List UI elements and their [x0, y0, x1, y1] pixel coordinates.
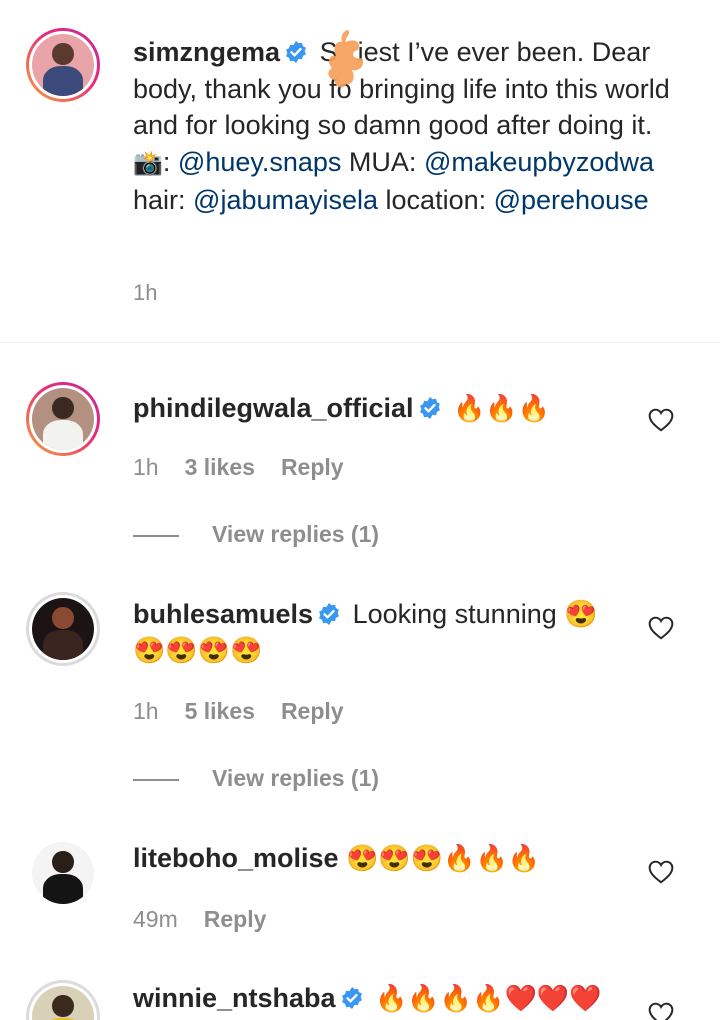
commenter-username[interactable]: liteboho_molise	[133, 843, 339, 873]
comment-time: 1h	[133, 698, 159, 724]
caption-text: simzngema Siest I’ve ever been. Dear bod…	[133, 37, 670, 215]
comment-time: 1h	[133, 454, 159, 480]
commenter-username[interactable]: phindilegwala_official	[133, 393, 414, 423]
verified-badge-icon	[286, 41, 306, 63]
comment-line: liteboho_molise 😍😍😍🔥🔥🔥	[133, 840, 540, 876]
comment-line: winnie_ntshaba 🔥🔥🔥🔥❤️❤️❤️	[133, 980, 602, 1016]
reply-button[interactable]: Reply	[204, 906, 267, 932]
comment-item: winnie_ntshaba 🔥🔥🔥🔥❤️❤️❤️	[0, 968, 720, 1020]
comment-meta: 49m Reply	[133, 906, 292, 933]
commenter-avatar[interactable]	[26, 836, 100, 910]
replies-divider-line	[133, 779, 179, 781]
heart-icon[interactable]	[648, 860, 674, 884]
comment-text-continued: 😍😍😍😍	[133, 635, 263, 665]
comment-time: 49m	[133, 906, 178, 932]
comment-text: 😍😍😍🔥🔥🔥	[346, 843, 541, 873]
verified-badge-icon	[419, 397, 440, 419]
heart-icon[interactable]	[648, 408, 674, 432]
camera-emoji: 📸	[133, 149, 163, 177]
verified-badge-icon	[319, 603, 339, 625]
reply-button[interactable]: Reply	[281, 454, 344, 480]
commenter-avatar[interactable]	[26, 592, 100, 666]
comment-text: Looking stunning 😍	[352, 599, 598, 629]
comment-meta: 1h 5 likes Reply	[133, 698, 370, 725]
comment-line: phindilegwala_official 🔥🔥🔥	[133, 390, 550, 426]
mention-link[interactable]: @huey.snaps	[178, 147, 342, 177]
post-author-avatar[interactable]	[26, 28, 100, 102]
heart-icon[interactable]	[648, 1002, 674, 1020]
mention-link[interactable]: @jabumayisela	[193, 185, 378, 215]
commenter-username[interactable]: winnie_ntshaba	[133, 983, 336, 1013]
comment-text: 🔥🔥🔥🔥❤️❤️❤️	[375, 983, 602, 1013]
reply-button[interactable]: Reply	[281, 698, 344, 724]
view-replies-button[interactable]: View replies (1)	[133, 765, 379, 792]
view-replies-button[interactable]: View replies (1)	[133, 521, 379, 548]
verified-badge-icon	[341, 987, 362, 1009]
post-caption: simzngema Siest I’ve ever been. Dear bod…	[0, 0, 720, 342]
comment-line: buhlesamuels Looking stunning 😍	[133, 596, 598, 632]
heart-icon[interactable]	[648, 616, 674, 640]
post-timestamp: 1h	[133, 280, 158, 305]
comment-item: buhlesamuels Looking stunning 😍 😍😍😍😍 1h 5…	[0, 582, 720, 828]
mention-link[interactable]: @makeupbyzodwa	[424, 147, 654, 177]
commenter-avatar[interactable]	[26, 980, 100, 1020]
post-author-username[interactable]: simzngema	[133, 37, 280, 67]
comment-item: phindilegwala_official 🔥🔥🔥 1h 3 likes Repl…	[0, 342, 720, 582]
commenter-username[interactable]: buhlesamuels	[133, 599, 313, 629]
scribble-overlay	[328, 30, 364, 88]
comment-item: liteboho_molise 😍😍😍🔥🔥🔥 49m Reply	[0, 828, 720, 968]
likes-count[interactable]: 3 likes	[185, 454, 255, 480]
likes-count[interactable]: 5 likes	[185, 698, 255, 724]
comment-line-continued: 😍😍😍😍	[133, 632, 263, 668]
replies-divider-line	[133, 535, 179, 537]
comment-text: 🔥🔥🔥	[453, 393, 551, 423]
mention-link[interactable]: @perehouse	[494, 185, 649, 215]
commenter-avatar[interactable]	[26, 382, 100, 456]
comment-meta: 1h 3 likes Reply	[133, 454, 370, 481]
